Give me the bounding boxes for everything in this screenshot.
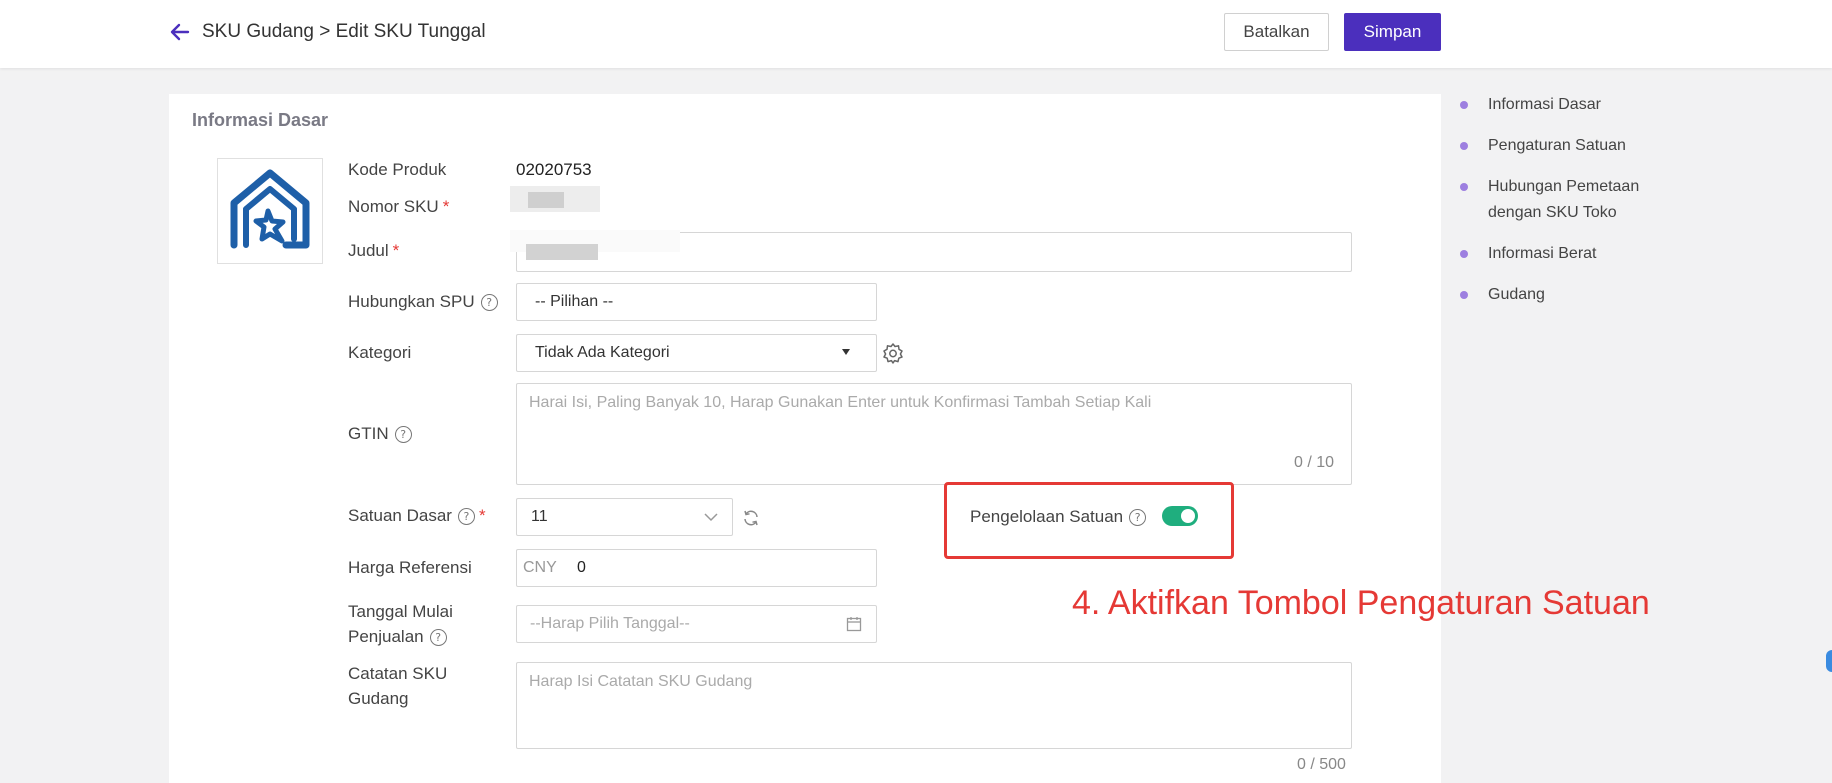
toggle-knob [1181, 509, 1195, 523]
refresh-icon[interactable] [741, 508, 761, 528]
anchor-dot [1460, 142, 1468, 150]
notes-label-line2: Gudang [348, 689, 409, 708]
anchor-dot [1460, 250, 1468, 258]
ref-price-label: Harga Referensi [348, 558, 472, 577]
anchor-dot [1460, 291, 1468, 299]
gtin-textarea[interactable]: Harai Isi, Paling Banyak 10, Harap Gunak… [516, 383, 1352, 485]
title-redacted [526, 244, 598, 260]
notes-counter: 0 / 500 [1297, 756, 1346, 773]
product-code-label: Kode Produk [348, 160, 447, 179]
anchor-dot [1460, 101, 1468, 109]
help-icon[interactable]: ? [394, 426, 412, 444]
title-label: Judul * [348, 241, 400, 260]
sale-start-label: Tanggal Mulai Penjualan? [348, 599, 453, 649]
product-image[interactable] [217, 158, 323, 264]
link-spu-value: -- Pilihan -- [535, 293, 614, 310]
help-icon[interactable]: ? [480, 294, 498, 312]
link-spu-select[interactable]: -- Pilihan -- [516, 283, 877, 321]
help-icon[interactable]: ? [457, 508, 475, 526]
link-spu-label: Hubungkan SPU? [348, 289, 498, 314]
instruction-text: 4. Aktifkan Tombol Pengaturan Satuan [1072, 584, 1650, 622]
notes-placeholder: Harap Isi Catatan SKU Gudang [529, 673, 753, 690]
base-unit-select[interactable]: 11 [516, 498, 733, 536]
top-bar: SKU Gudang > Edit SKU Tunggal Batalkan S… [0, 0, 1832, 68]
ref-price-currency: CNY [523, 559, 557, 576]
help-icon[interactable]: ? [429, 629, 447, 647]
ref-price-value: 0 [577, 559, 586, 576]
page-title: SKU Gudang > Edit SKU Tunggal [202, 21, 486, 42]
anchor-item-basic-info[interactable]: Informasi Dasar [1488, 92, 1668, 118]
unit-management-label: Pengelolaan Satuan? [970, 504, 1147, 529]
anchor-dot [1460, 183, 1468, 191]
floating-help-icon[interactable] [1826, 650, 1832, 672]
caret-down-icon [842, 349, 850, 355]
save-button[interactable]: Simpan [1344, 13, 1441, 51]
anchor-item-store-sku-mapping[interactable]: Hubungan Pemetaan dengan SKU Toko [1488, 174, 1668, 226]
chevron-down-icon [704, 513, 718, 522]
gtin-placeholder: Harai Isi, Paling Banyak 10, Harap Gunak… [529, 394, 1152, 411]
product-code-value: 02020753 [516, 160, 592, 179]
gtin-counter: 0 / 10 [1294, 454, 1335, 471]
anchor-item-weight-info[interactable]: Informasi Berat [1488, 241, 1668, 267]
help-icon[interactable]: ? [1129, 509, 1147, 527]
section-title: Informasi Dasar [192, 110, 329, 130]
sale-start-label-line1: Tanggal Mulai [348, 602, 453, 621]
back-arrow-icon[interactable] [168, 20, 192, 44]
sale-start-date-picker[interactable]: --Harap Pilih Tanggal-- [516, 605, 877, 643]
sale-start-placeholder: --Harap Pilih Tanggal-- [530, 615, 690, 632]
notes-label-line1: Catatan SKU [348, 664, 448, 683]
category-select[interactable]: Tidak Ada Kategori [516, 334, 877, 372]
notes-textarea[interactable]: Harap Isi Catatan SKU Gudang [516, 662, 1352, 749]
base-unit-value: 11 [531, 508, 548, 525]
base-unit-label: Satuan Dasar? * [348, 506, 486, 526]
sale-start-label-line2: Penjualan [348, 627, 424, 646]
category-label: Kategori [348, 343, 412, 362]
calendar-icon [846, 617, 862, 632]
gtin-label: GTIN? [348, 421, 412, 446]
category-value: Tidak Ada Kategori [535, 344, 670, 361]
sale-start-label-line2-row: Penjualan? [348, 624, 453, 649]
settings-gear-icon[interactable] [882, 342, 904, 364]
anchor-item-unit-settings[interactable]: Pengaturan Satuan [1488, 133, 1668, 159]
store-logo-icon [230, 169, 310, 249]
sku-number-redacted-core [528, 192, 564, 208]
sku-number-label: Nomor SKU * [348, 197, 450, 216]
cancel-button[interactable]: Batalkan [1224, 13, 1329, 51]
unit-management-toggle[interactable] [1162, 506, 1198, 526]
anchor-item-warehouse[interactable]: Gudang [1488, 282, 1668, 308]
ref-price-input[interactable]: CNY 0 [516, 549, 877, 587]
notes-label: Catatan SKU Gudang [348, 661, 447, 711]
